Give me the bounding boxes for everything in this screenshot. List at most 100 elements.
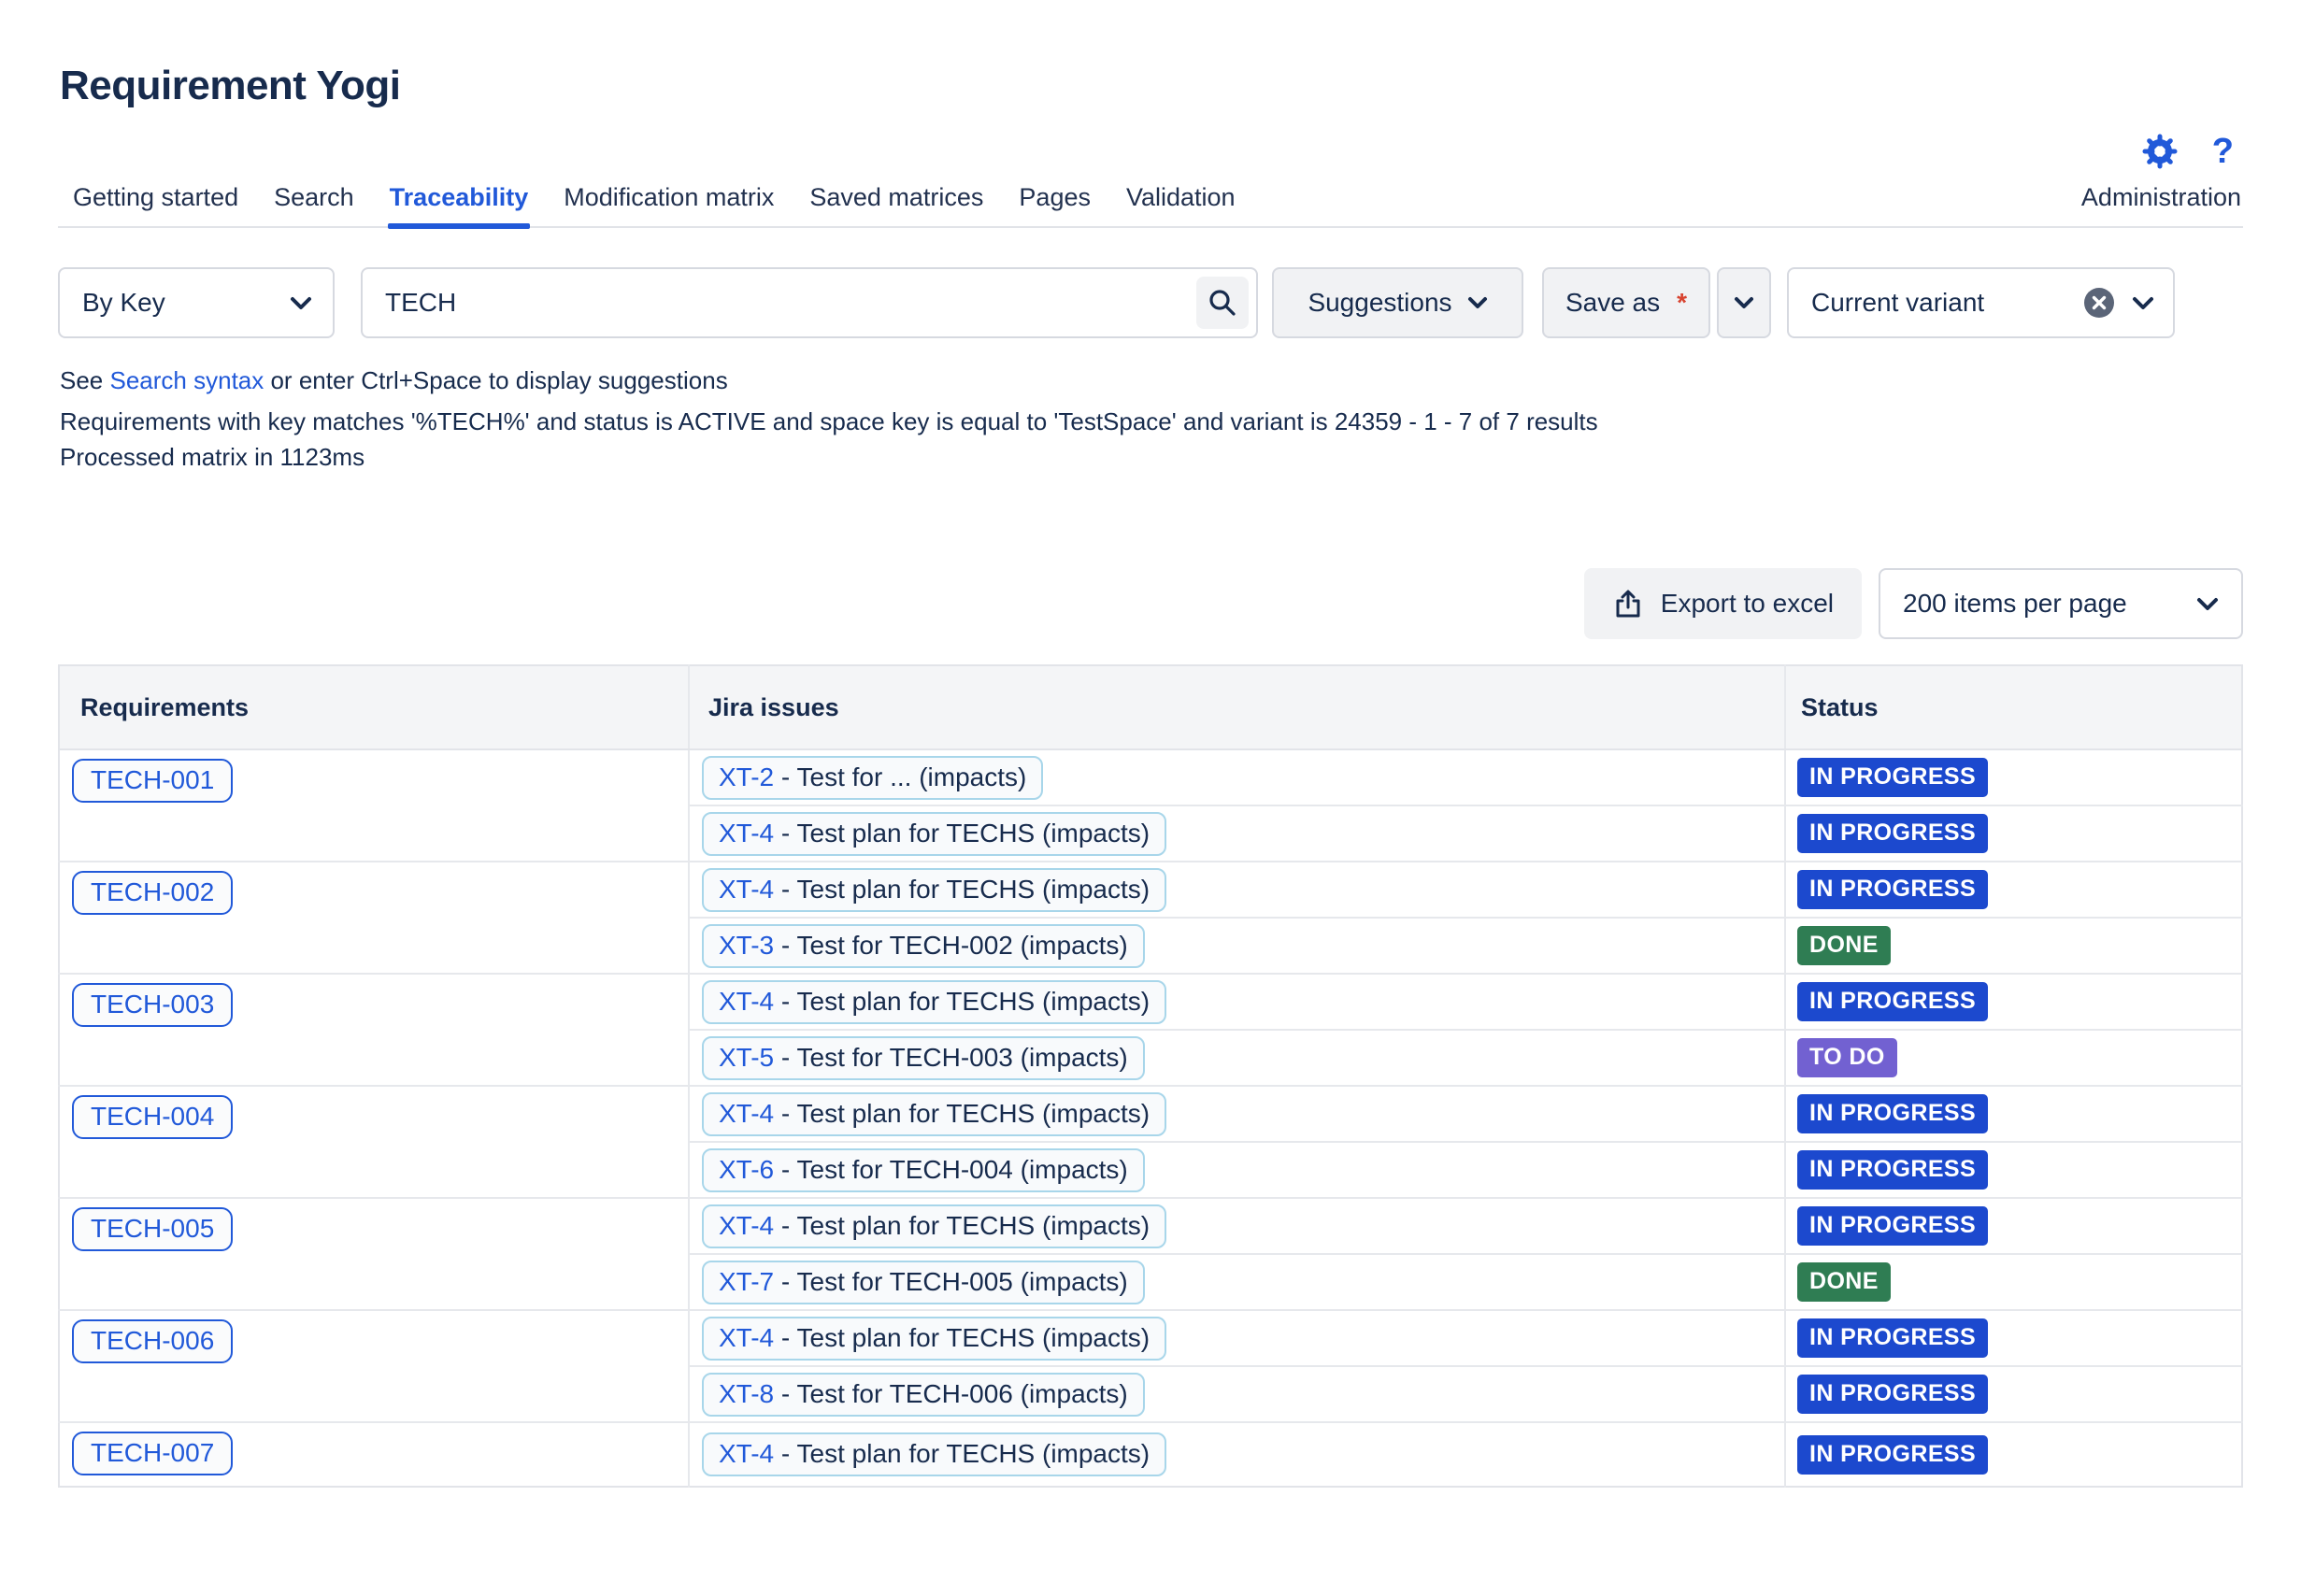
jira-issue-pill[interactable]: XT-8 - Test for TECH-006 (impacts) xyxy=(702,1372,1145,1417)
save-as-button[interactable]: Save as * xyxy=(1542,267,1710,338)
status-cell: IN PROGRESS xyxy=(1784,1421,2242,1487)
tab-modification-matrix[interactable]: Modification matrix xyxy=(564,183,774,226)
tab-pages[interactable]: Pages xyxy=(1019,183,1091,226)
requirement-pill[interactable]: TECH-004 xyxy=(72,1095,234,1139)
items-per-page-select[interactable]: 200 items per page xyxy=(1879,568,2243,639)
items-per-page-value: 200 items per page xyxy=(1903,589,2127,618)
jira-issue-pill[interactable]: XT-4 - Test plan for TECHS (impacts) xyxy=(702,867,1167,912)
header-actions: ? xyxy=(58,133,2243,170)
table-header-row: Requirements Jira issues Status xyxy=(59,665,2242,750)
jira-issue-pill[interactable]: XT-4 - Test plan for TECHS (impacts) xyxy=(702,811,1167,856)
search-scope-select[interactable]: By Key xyxy=(58,267,335,338)
status-badge: IN PROGRESS xyxy=(1797,1318,1989,1358)
jira-issue-key: XT-6 xyxy=(719,1154,775,1184)
status-badge: IN PROGRESS xyxy=(1797,1434,1989,1475)
jira-issue-pill[interactable]: XT-2 - Test for ... (impacts) xyxy=(702,755,1044,800)
jira-issue-cell: XT-4 - Test plan for TECHS (impacts) xyxy=(688,1197,1785,1254)
status-badge: IN PROGRESS xyxy=(1797,758,1989,797)
requirement-cell: TECH-002 xyxy=(59,861,689,974)
status-badge: IN PROGRESS xyxy=(1797,1094,1989,1133)
requirement-cell: TECH-004 xyxy=(59,1085,689,1198)
column-header-jira-issues: Jira issues xyxy=(688,665,1785,750)
settings-gear-icon[interactable] xyxy=(2141,133,2179,170)
status-cell: IN PROGRESS xyxy=(1784,805,2242,862)
status-cell: IN PROGRESS xyxy=(1784,973,2242,1030)
clear-variant-icon[interactable] xyxy=(2083,287,2115,319)
requirement-pill[interactable]: TECH-005 xyxy=(72,1207,234,1251)
tab-search[interactable]: Search xyxy=(274,183,354,226)
requirement-cell: TECH-007 xyxy=(59,1421,689,1487)
chevron-down-icon xyxy=(1467,296,1488,309)
status-badge: IN PROGRESS xyxy=(1797,814,1989,853)
jira-issue-pill[interactable]: XT-3 - Test for TECH-002 (impacts) xyxy=(702,923,1145,968)
requirement-pill[interactable]: TECH-007 xyxy=(72,1432,234,1475)
variant-value: Current variant xyxy=(1811,288,1985,317)
jira-issue-key: XT-4 xyxy=(719,874,775,904)
search-query-value: TECH xyxy=(385,288,457,317)
export-to-excel-button[interactable]: Export to excel xyxy=(1583,568,1862,639)
jira-issue-key: XT-4 xyxy=(719,1210,775,1240)
variant-select[interactable]: Current variant xyxy=(1787,267,2175,338)
jira-issue-key: XT-5 xyxy=(719,1042,775,1072)
requirement-yogi-page: Requirement Yogi ? Getting started Search… xyxy=(0,60,2301,1488)
jira-issue-key: XT-4 xyxy=(719,1439,775,1468)
suggestions-button[interactable]: Suggestions xyxy=(1272,267,1523,338)
requirement-pill[interactable]: TECH-003 xyxy=(72,983,234,1027)
table-row: TECH-005 XT-4 - Test plan for TECHS (impa… xyxy=(59,1197,2242,1310)
tab-saved-matrices[interactable]: Saved matrices xyxy=(809,183,983,226)
jira-issue-cell: XT-8 - Test for TECH-006 (impacts) xyxy=(688,1365,1785,1422)
jira-issue-pill[interactable]: XT-4 - Test plan for TECHS (impacts) xyxy=(702,1316,1167,1361)
status-badge: IN PROGRESS xyxy=(1797,1150,1989,1190)
jira-issue-cell: XT-2 - Test for ... (impacts) xyxy=(688,748,1785,805)
tab-getting-started[interactable]: Getting started xyxy=(73,183,238,226)
requirement-pill[interactable]: TECH-006 xyxy=(72,1319,234,1363)
jira-issue-cell: XT-3 - Test for TECH-002 (impacts) xyxy=(688,917,1785,974)
save-as-label: Save as xyxy=(1565,288,1661,317)
requirement-pill[interactable]: TECH-001 xyxy=(72,759,234,803)
page-title: Requirement Yogi xyxy=(60,63,401,108)
required-asterisk: * xyxy=(1677,288,1688,317)
table-row: TECH-007 XT-4 - Test plan for TECHS (impa… xyxy=(59,1421,2242,1487)
requirement-cell: TECH-005 xyxy=(59,1197,689,1310)
jira-issue-cell: XT-4 - Test plan for TECHS (impacts) xyxy=(688,1085,1785,1142)
search-syntax-link[interactable]: Search syntax xyxy=(110,366,264,394)
help-icon[interactable]: ? xyxy=(2212,133,2234,170)
status-cell: IN PROGRESS xyxy=(1784,1309,2242,1366)
jira-issue-pill[interactable]: XT-4 - Test plan for TECHS (impacts) xyxy=(702,1204,1167,1248)
jira-issue-pill[interactable]: XT-5 - Test for TECH-003 (impacts) xyxy=(702,1035,1145,1080)
jira-issue-pill[interactable]: XT-7 - Test for TECH-005 (impacts) xyxy=(702,1260,1145,1304)
save-as-menu-button[interactable] xyxy=(1717,267,1771,338)
jira-issue-cell: XT-4 - Test plan for TECHS (impacts) xyxy=(688,1421,1785,1487)
jira-issue-pill[interactable]: XT-4 - Test plan for TECHS (impacts) xyxy=(702,1091,1167,1136)
jira-issue-key: XT-8 xyxy=(719,1378,775,1408)
chevron-down-icon xyxy=(1734,296,1754,309)
jira-issue-pill[interactable]: XT-4 - Test plan for TECHS (impacts) xyxy=(702,1432,1167,1476)
jira-issue-pill[interactable]: XT-4 - Test plan for TECHS (impacts) xyxy=(702,979,1167,1024)
status-cell: DONE xyxy=(1784,1253,2242,1310)
status-badge: DONE xyxy=(1797,1262,1891,1302)
jira-issue-key: XT-4 xyxy=(719,1098,775,1128)
search-controls: By Key TECH Suggestions Save as * Curren… xyxy=(58,267,2243,338)
hint-suffix: or enter Ctrl+Space to display suggestio… xyxy=(264,366,728,394)
tab-administration[interactable]: Administration xyxy=(2081,183,2241,226)
column-header-requirements: Requirements xyxy=(59,665,689,750)
table-body: TECH-001 XT-2 - Test for ... (impacts) IN … xyxy=(59,748,2242,1487)
jira-issue-pill[interactable]: XT-6 - Test for TECH-004 (impacts) xyxy=(702,1147,1145,1192)
tab-traceability[interactable]: Traceability xyxy=(387,183,530,229)
jira-issue-cell: XT-5 - Test for TECH-003 (impacts) xyxy=(688,1029,1785,1086)
hint-prefix: See xyxy=(60,366,110,394)
requirement-pill[interactable]: TECH-002 xyxy=(72,871,234,915)
jira-issue-cell: XT-4 - Test plan for TECHS (impacts) xyxy=(688,861,1785,918)
requirement-cell: TECH-006 xyxy=(59,1309,689,1422)
status-cell: TO DO xyxy=(1784,1029,2242,1086)
search-hint: See Search syntax or enter Ctrl+Space to… xyxy=(60,366,2243,394)
table-row: TECH-004 XT-4 - Test plan for TECHS (impa… xyxy=(59,1085,2242,1198)
search-button[interactable] xyxy=(1196,277,1249,329)
search-input[interactable]: TECH xyxy=(361,267,1258,338)
chevron-down-icon xyxy=(2196,597,2219,611)
suggestions-label: Suggestions xyxy=(1308,288,1452,317)
tab-validation[interactable]: Validation xyxy=(1126,183,1236,226)
status-cell: IN PROGRESS xyxy=(1784,1365,2242,1422)
results-summary: Requirements with key matches '%TECH%' a… xyxy=(60,407,1598,435)
jira-issue-key: XT-3 xyxy=(719,930,775,960)
